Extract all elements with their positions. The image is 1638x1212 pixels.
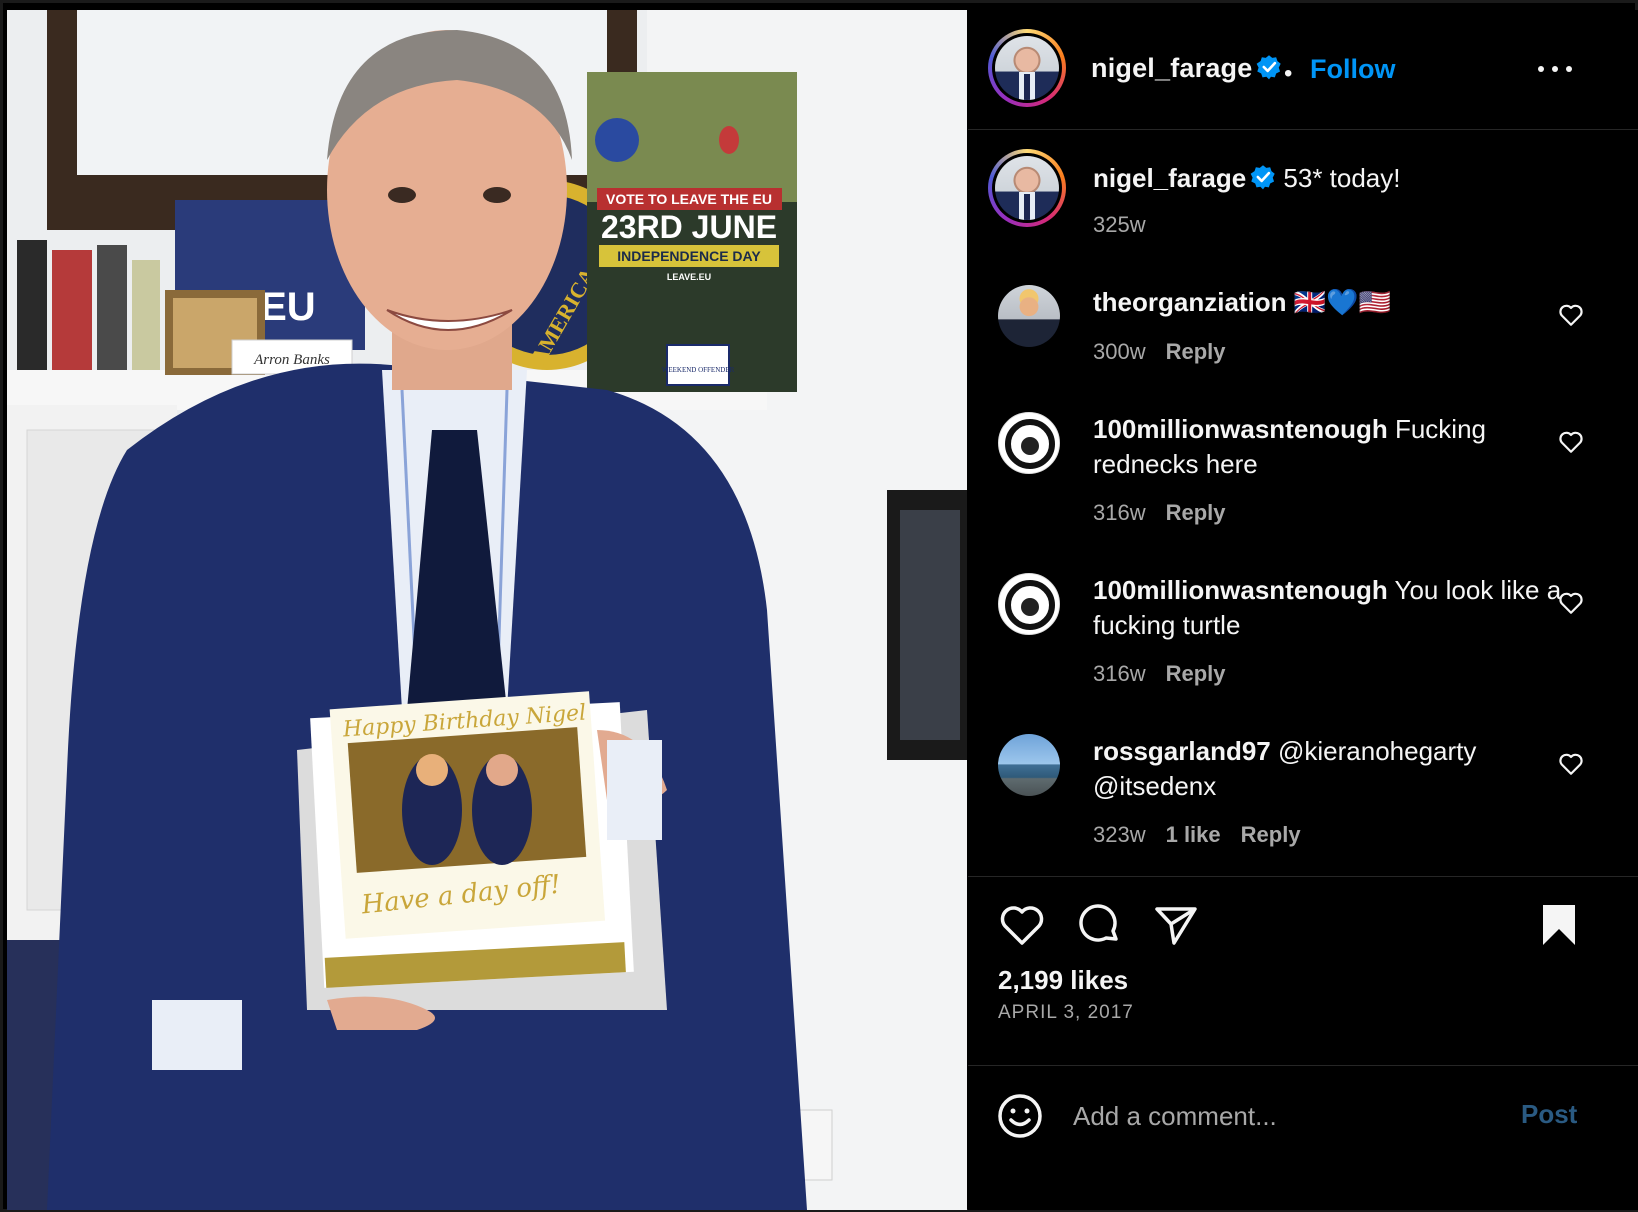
- heart-icon[interactable]: [998, 901, 1046, 949]
- caption-meta: 325w: [1093, 212, 1146, 238]
- comment-bubble-icon[interactable]: [1076, 901, 1124, 949]
- comment-meta: 323w 1 like Reply: [1093, 822, 1301, 848]
- caption-avatar[interactable]: [988, 149, 1066, 227]
- poster-line-2: 23RD JUNE: [601, 209, 777, 245]
- caption-username[interactable]: nigel_farage: [1093, 163, 1246, 193]
- nameplate-text: Arron Banks: [253, 352, 330, 368]
- comment-time[interactable]: 300w: [1093, 339, 1146, 364]
- verified-badge-icon: [1250, 165, 1275, 190]
- comment-time[interactable]: 316w: [1093, 661, 1146, 686]
- more-options-icon[interactable]: [1530, 50, 1580, 86]
- post-header: nigel_farage • Follow: [968, 10, 1638, 130]
- post-photo-illustration: E.EU Arron Banks AMERICA VOTE TO LEAVE T…: [7, 10, 967, 1210]
- comment-username[interactable]: theorganziation: [1093, 287, 1287, 317]
- comment-text: 100millionwasntenough Fucking rednecks h…: [1093, 412, 1563, 482]
- reply-button[interactable]: Reply: [1241, 822, 1301, 847]
- post-actions: 2,199 likes APRIL 3, 2017: [968, 876, 1638, 1066]
- comment-username[interactable]: 100millionwasntenough: [1093, 414, 1388, 444]
- comment-avatar[interactable]: [998, 285, 1060, 347]
- comment-text: theorganziation 🇬🇧💙🇺🇸: [1093, 285, 1563, 320]
- poster-line-4: LEAVE.EU: [667, 272, 711, 282]
- comment-text: rossgarland97 @kieranohegarty @itsedenx: [1093, 734, 1563, 804]
- caption-text: nigel_farage 53* today!: [1093, 161, 1573, 196]
- comment-text: 100millionwasntenough You look like a fu…: [1093, 573, 1563, 643]
- comment-avatar[interactable]: [998, 412, 1060, 474]
- comment-username[interactable]: rossgarland97: [1093, 736, 1271, 766]
- follow-button[interactable]: Follow: [1310, 54, 1395, 85]
- author-avatar[interactable]: [988, 29, 1066, 107]
- caption-time[interactable]: 325w: [1093, 212, 1146, 237]
- add-comment-bar: Post: [968, 1067, 1638, 1167]
- post-date[interactable]: APRIL 3, 2017: [998, 1002, 1134, 1024]
- comment-like-heart-icon[interactable]: [1558, 430, 1584, 454]
- bookmark-filled-icon[interactable]: [1535, 901, 1583, 949]
- comment-like-heart-icon[interactable]: [1558, 752, 1584, 776]
- weekend-offender-badge: WEEKEND OFFENDER: [662, 366, 735, 374]
- comment-meta: 316w Reply: [1093, 661, 1226, 687]
- author-username-text[interactable]: nigel_farage: [1091, 53, 1252, 83]
- instagram-post-window: E.EU Arron Banks AMERICA VOTE TO LEAVE T…: [0, 0, 1638, 1212]
- comment-avatar[interactable]: [998, 734, 1060, 796]
- comments-list[interactable]: nigel_farage 53* today! 325w theorganzia…: [968, 131, 1638, 876]
- reply-button[interactable]: Reply: [1166, 661, 1226, 686]
- post-photo[interactable]: E.EU Arron Banks AMERICA VOTE TO LEAVE T…: [7, 10, 967, 1210]
- post-comment-button[interactable]: Post: [1521, 1099, 1577, 1130]
- comment-like-heart-icon[interactable]: [1558, 303, 1584, 327]
- verified-badge-icon: [1257, 55, 1282, 80]
- caption-body: 53* today!: [1283, 163, 1401, 193]
- likes-count[interactable]: 2,199 likes: [998, 965, 1128, 996]
- comment-input[interactable]: [1073, 1087, 1503, 1145]
- comment-likes-count[interactable]: 1 like: [1166, 822, 1221, 847]
- poster-line-3: INDEPENDENCE DAY: [617, 248, 761, 264]
- paper-plane-icon[interactable]: [1152, 901, 1200, 949]
- comment-meta: 300w Reply: [1093, 339, 1226, 365]
- author-username-header[interactable]: nigel_farage: [1091, 53, 1282, 84]
- comment-time[interactable]: 316w: [1093, 500, 1146, 525]
- header-separator: •: [1284, 60, 1293, 87]
- comment-meta: 316w Reply: [1093, 500, 1226, 526]
- reply-button[interactable]: Reply: [1166, 339, 1226, 364]
- comment-body: 🇬🇧💙🇺🇸: [1293, 287, 1391, 317]
- comment-time[interactable]: 323w: [1093, 822, 1146, 847]
- comment-username[interactable]: 100millionwasntenough: [1093, 575, 1388, 605]
- poster-line-1: VOTE TO LEAVE THE EU: [606, 191, 772, 207]
- comment-avatar[interactable]: [998, 573, 1060, 635]
- post-side-panel: nigel_farage • Follow nigel_farage 53* t…: [968, 10, 1638, 1210]
- smiley-icon[interactable]: [996, 1092, 1044, 1140]
- comment-like-heart-icon[interactable]: [1558, 591, 1584, 615]
- reply-button[interactable]: Reply: [1166, 500, 1226, 525]
